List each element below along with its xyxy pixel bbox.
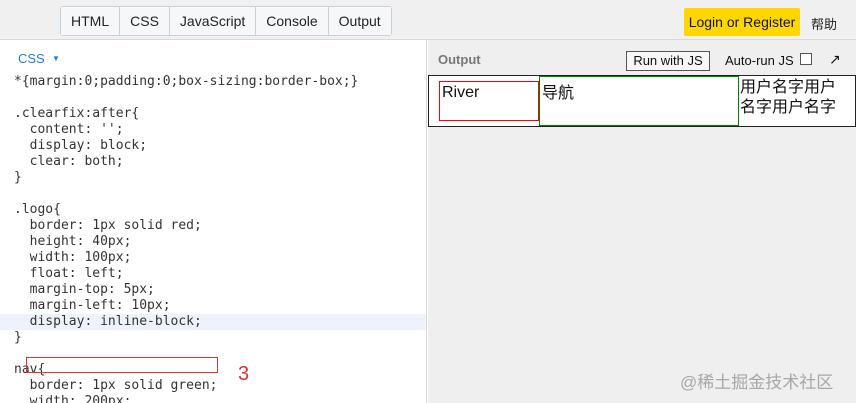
code-line: nav{: [14, 362, 46, 377]
code-line: border: 1px solid green;: [14, 378, 218, 393]
code-line: }: [14, 170, 22, 185]
code-line: .clearfix:after{: [14, 106, 140, 121]
code-line: }: [14, 330, 22, 345]
code-line: border: 1px solid red;: [14, 218, 202, 233]
tab-javascript[interactable]: JavaScript: [169, 7, 257, 35]
code-line: .logo{: [14, 202, 61, 217]
css-editor-panel: CSS ▼ *{margin:0;padding:0;box-sizing:bo…: [0, 40, 427, 403]
tab-console[interactable]: Console: [256, 7, 329, 35]
login-register-button[interactable]: Login or Register: [684, 8, 800, 36]
code-line: display: block;: [14, 138, 148, 153]
code-line: height: 40px;: [14, 234, 132, 249]
rendered-preview: River 导航 用户名字用户名字用户名字: [428, 75, 856, 127]
output-panel: Output Run with JS Auto-run JS ↗ River 导…: [428, 40, 856, 403]
code-line: content: '';: [14, 122, 124, 137]
code-line: margin-top: 5px;: [14, 282, 155, 297]
code-line: width: 200px;: [14, 394, 132, 403]
preview-logo: River: [439, 81, 539, 121]
help-link[interactable]: 帮助: [811, 14, 837, 33]
output-title: Output: [438, 52, 481, 67]
run-with-js-button[interactable]: Run with JS: [626, 51, 710, 71]
code-area[interactable]: *{margin:0;padding:0;box-sizing:border-b…: [0, 74, 426, 403]
preview-user-name: 用户名字用户名字用户名字: [740, 79, 837, 116]
tab-css[interactable]: CSS: [120, 7, 170, 35]
code-line: margin-left: 10px;: [14, 298, 171, 313]
language-selector[interactable]: CSS: [18, 51, 45, 66]
code-line: *{margin:0;padding:0;box-sizing:border-b…: [14, 74, 359, 89]
autorun-checkbox[interactable]: [800, 53, 812, 65]
top-toolbar: HTML CSS JavaScript Console Output Login…: [0, 0, 856, 40]
code-line: width: 100px;: [14, 250, 132, 265]
chevron-down-icon[interactable]: ▼: [52, 54, 60, 63]
external-link-icon[interactable]: ↗: [829, 51, 841, 68]
tab-html[interactable]: HTML: [61, 7, 121, 35]
code-line: float: left;: [14, 266, 124, 281]
autorun-label: Auto-run JS: [725, 53, 794, 68]
watermark: @稀土掘金技术社区: [680, 373, 834, 392]
panel-tabs: HTML CSS JavaScript Console Output: [60, 6, 392, 36]
annotation-number: 3: [238, 363, 250, 385]
code-line-active: display: inline-block;: [0, 314, 426, 330]
code-line: clear: both;: [14, 154, 124, 169]
tab-output[interactable]: Output: [328, 7, 391, 35]
editor-header: CSS ▼: [0, 40, 426, 72]
preview-nav: 导航: [539, 76, 739, 126]
